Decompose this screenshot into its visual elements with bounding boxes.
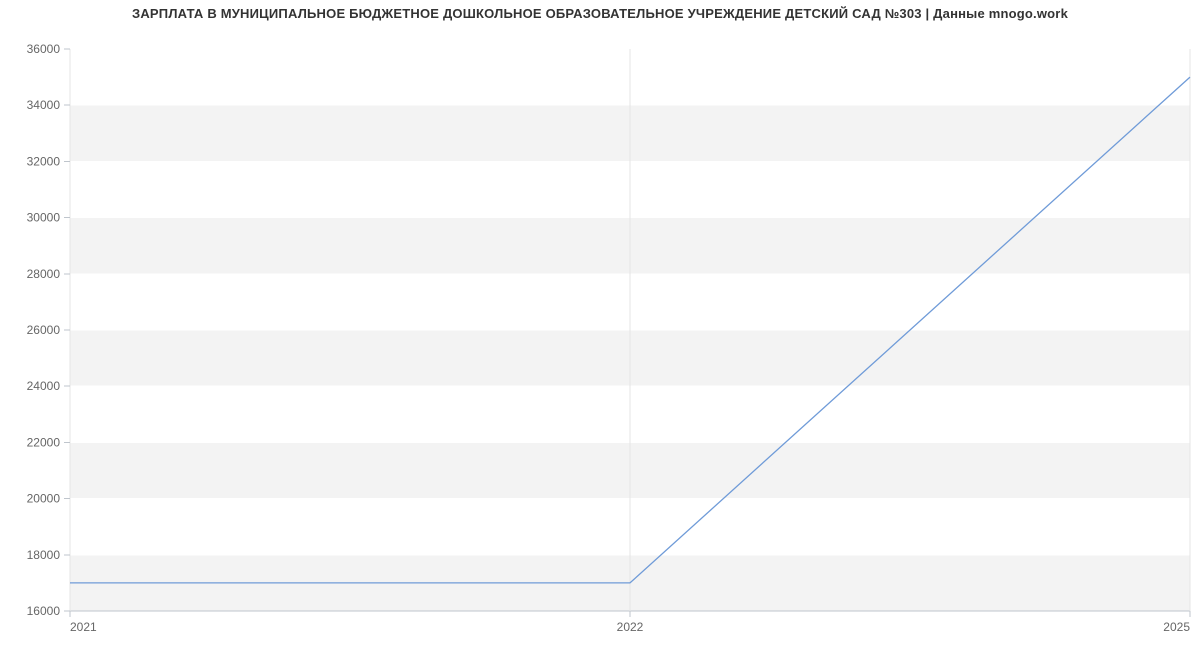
y-tick-label: 32000	[27, 154, 61, 168]
x-tick-label: 2021	[70, 620, 97, 634]
y-tick-label: 16000	[27, 604, 61, 618]
x-tick-label: 2025	[1163, 620, 1190, 634]
y-tick-label: 34000	[27, 98, 61, 112]
y-tick-label: 24000	[27, 379, 61, 393]
x-tick-label: 2022	[617, 620, 644, 634]
y-tick-label: 26000	[27, 323, 61, 337]
y-tick-label: 28000	[27, 267, 61, 281]
y-tick-label: 30000	[27, 211, 61, 225]
line-chart: 16000 18000 20000 22000 24000 26000 28000 30000…	[0, 21, 1200, 671]
chart-container: ЗАРПЛАТА В МУНИЦИПАЛЬНОЕ БЮДЖЕТНОЕ ДОШКО…	[0, 0, 1200, 650]
y-tick-label: 18000	[27, 548, 61, 562]
y-tick-label: 20000	[27, 492, 61, 506]
y-tick-label: 22000	[27, 435, 61, 449]
y-tick-label: 36000	[27, 42, 61, 56]
chart-title: ЗАРПЛАТА В МУНИЦИПАЛЬНОЕ БЮДЖЕТНОЕ ДОШКО…	[0, 0, 1200, 21]
